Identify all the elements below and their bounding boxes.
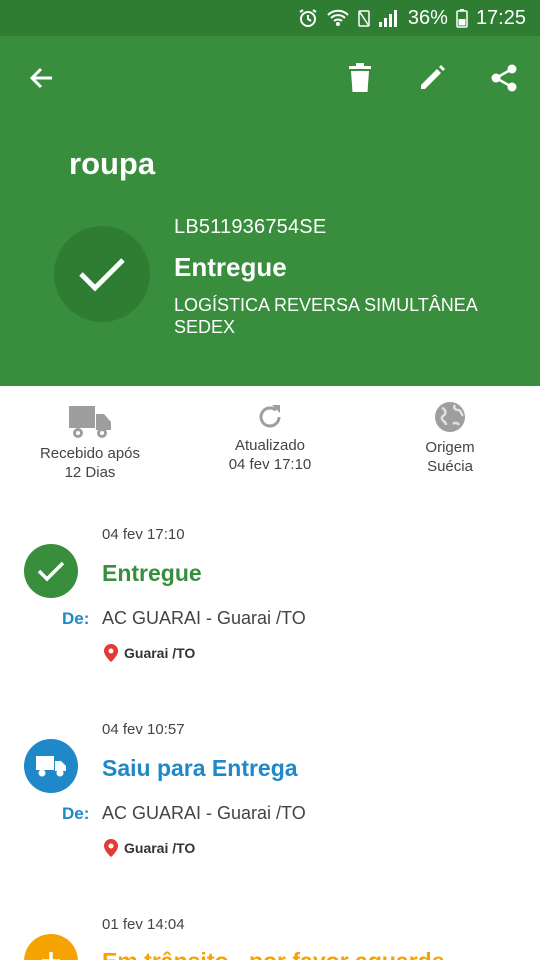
event-status-circle bbox=[24, 934, 78, 960]
truck-icon bbox=[69, 406, 111, 438]
stats-row: Recebido após 12 Dias Atualizado 04 fev … bbox=[0, 386, 540, 496]
event-item[interactable]: 04 fev 17:10 Entregue De: AC GUARAI - Gu… bbox=[0, 520, 540, 700]
event-date: 04 fev 17:10 bbox=[102, 526, 185, 543]
status-bar: 36% 17:25 bbox=[0, 0, 540, 36]
stat-received-line1: Recebido após bbox=[39, 445, 141, 462]
stat-received: Recebido após 12 Dias bbox=[20, 404, 160, 482]
signal-icon bbox=[378, 10, 397, 27]
event-item[interactable]: 01 fev 14:04 Em trânsito - por favor agu… bbox=[0, 910, 540, 960]
truck-icon bbox=[36, 756, 66, 777]
clock: 17:25 bbox=[475, 6, 526, 29]
tracking-code: LB511936754SE bbox=[174, 216, 327, 238]
trash-icon bbox=[349, 63, 371, 92]
service-line-2: SEDEX bbox=[174, 317, 236, 337]
event-item[interactable]: 04 fev 10:57 Saiu para Entrega De: AC GU… bbox=[0, 715, 540, 895]
event-date: 04 fev 10:57 bbox=[102, 721, 185, 738]
check-icon bbox=[79, 258, 125, 292]
no-sim-icon bbox=[358, 10, 370, 27]
refresh-icon bbox=[259, 405, 281, 428]
service-line-1: LOGÍSTICA REVERSA SIMULTÂNEA bbox=[174, 295, 478, 315]
event-location: AC GUARAI - Guarai /TO bbox=[102, 803, 306, 823]
battery-icon bbox=[456, 9, 468, 28]
event-title: Entregue bbox=[102, 560, 202, 586]
event-pin-text: Guarai /TO bbox=[124, 645, 196, 661]
map-pin-icon bbox=[104, 644, 118, 662]
delete-button[interactable] bbox=[338, 56, 382, 100]
share-icon bbox=[491, 64, 517, 92]
plus-icon bbox=[42, 952, 60, 960]
status-circle bbox=[54, 226, 150, 322]
event-from-label: De: bbox=[62, 609, 90, 628]
event-title: Em trânsito - por favor aguarde bbox=[102, 948, 445, 960]
wifi-icon bbox=[327, 9, 349, 26]
event-pin-text: Guarai /TO bbox=[124, 840, 196, 856]
stat-updated-line1: Atualizado bbox=[234, 437, 306, 454]
back-button[interactable] bbox=[20, 56, 64, 100]
stat-origin: Origem Suécia bbox=[380, 400, 520, 476]
stat-updated-line2: 04 fev 17:10 bbox=[228, 456, 312, 473]
event-location: AC GUARAI - Guarai /TO bbox=[102, 608, 306, 628]
event-date: 01 fev 14:04 bbox=[102, 916, 185, 933]
package-title: roupa bbox=[69, 146, 156, 181]
event-pin-location: Guarai /TO bbox=[104, 644, 195, 662]
event-from-label: De: bbox=[62, 804, 90, 823]
event-status-circle bbox=[24, 544, 78, 598]
event-pin-location: Guarai /TO bbox=[104, 839, 195, 857]
stat-origin-line2: Suécia bbox=[427, 458, 473, 475]
delivery-status: Entregue bbox=[174, 252, 287, 282]
status-icons: 36% 17:25 bbox=[298, 0, 526, 36]
service-name: LOGÍSTICA REVERSA SIMULTÂNEA SEDEX bbox=[174, 294, 514, 338]
event-status-circle bbox=[24, 739, 78, 793]
edit-button[interactable] bbox=[410, 56, 454, 100]
globe-icon bbox=[435, 402, 465, 432]
stat-origin-line1: Origem bbox=[425, 439, 475, 456]
share-button[interactable] bbox=[482, 56, 526, 100]
pencil-icon bbox=[421, 65, 445, 89]
stat-received-line2: 12 Dias bbox=[64, 464, 116, 481]
map-pin-icon bbox=[104, 839, 118, 857]
stat-updated: Atualizado 04 fev 17:10 bbox=[200, 402, 340, 474]
event-title: Saiu para Entrega bbox=[102, 755, 298, 781]
header: roupa LB511936754SE Entregue LOGÍSTICA R… bbox=[0, 36, 540, 386]
check-icon bbox=[37, 561, 65, 582]
battery-percent: 36% bbox=[407, 6, 448, 29]
arrow-left-icon bbox=[29, 67, 52, 89]
alarm-icon bbox=[299, 9, 317, 27]
